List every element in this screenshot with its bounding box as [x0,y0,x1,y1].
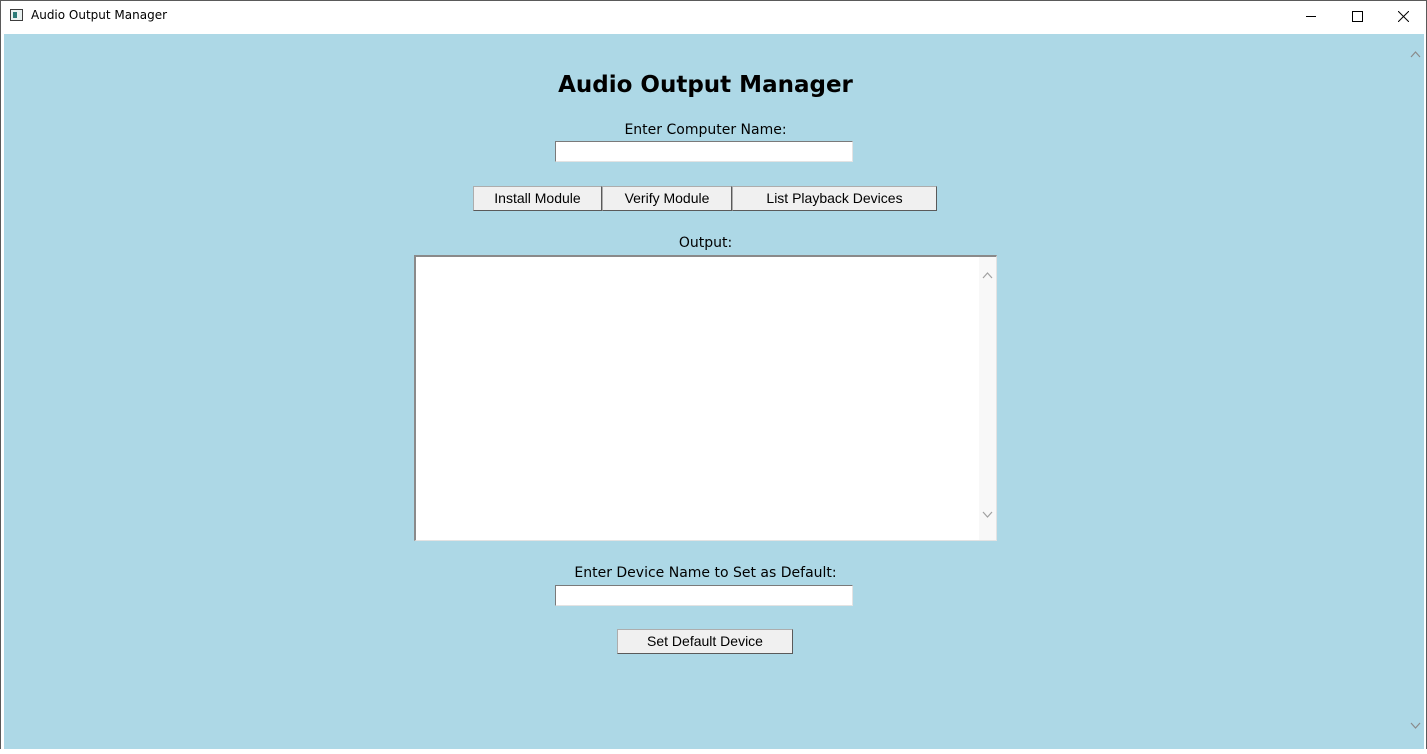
device-name-input[interactable] [555,585,853,606]
computer-name-label: Enter Computer Name: [624,122,787,138]
title-bar[interactable]: Audio Output Manager [1,1,1426,32]
bottom-edge [0,749,1427,754]
output-textarea[interactable] [414,255,997,541]
close-button[interactable] [1380,1,1426,32]
chevron-up-icon[interactable] [1410,50,1421,58]
output-label: Output: [678,235,733,251]
close-icon [1398,11,1409,22]
chevron-down-icon[interactable] [982,511,993,519]
minimize-icon [1306,16,1316,17]
chevron-up-icon[interactable] [982,271,993,279]
page-title: Audio Output Manager [558,72,853,98]
chevron-down-icon[interactable] [1410,722,1421,730]
maximize-icon [1352,11,1363,22]
computer-name-input[interactable] [555,141,853,162]
app-window: Audio Output Manager Audio Output Manage… [0,0,1427,754]
device-name-label: Enter Device Name to Set as Default: [574,565,837,581]
window-title: Audio Output Manager [31,8,168,22]
install-module-button[interactable]: Install Module [473,186,602,211]
maximize-button[interactable] [1334,1,1380,32]
verify-module-button[interactable]: Verify Module [602,186,732,211]
minimize-button[interactable] [1288,1,1334,32]
output-scrollbar[interactable] [979,257,996,540]
app-window-icon [10,9,23,21]
set-default-device-button[interactable]: Set Default Device [617,629,793,654]
list-playback-devices-button[interactable]: List Playback Devices [732,186,937,211]
window-scrollbar[interactable] [1407,34,1424,750]
main-panel: Audio Output Manager Enter Computer Name… [4,34,1407,750]
